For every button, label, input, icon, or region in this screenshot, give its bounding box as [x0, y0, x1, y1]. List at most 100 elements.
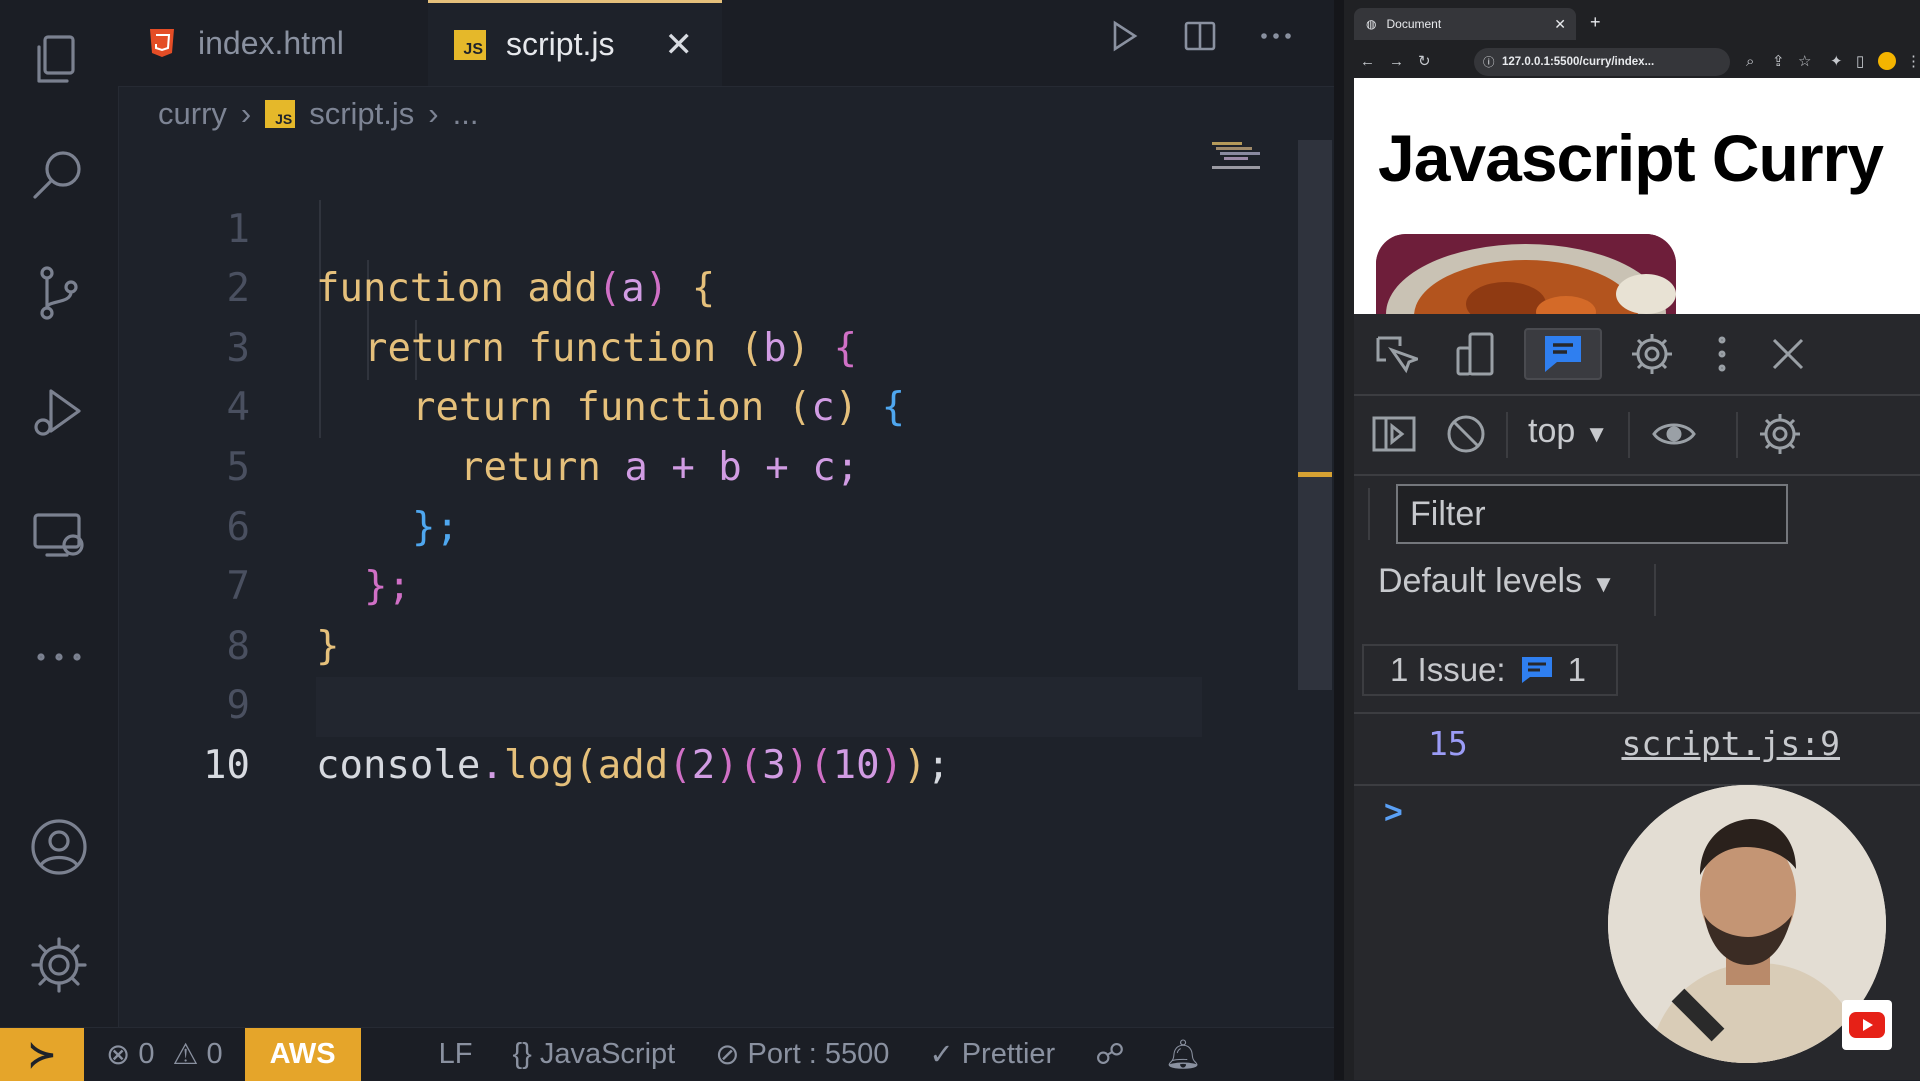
caret-down-icon: ▼ — [1584, 421, 1609, 448]
bell-icon[interactable]: 🔔︎ — [1165, 1038, 1202, 1072]
more-actions-icon[interactable] — [1258, 18, 1294, 54]
reload-icon[interactable]: ↻ — [1418, 52, 1431, 70]
prettier-label: Prettier — [961, 1038, 1056, 1070]
inspect-element-icon[interactable] — [1364, 328, 1424, 380]
remote-indicator-icon[interactable]: ≻ — [0, 1028, 84, 1081]
code-line: 1 function add(a) { — [118, 140, 1218, 312]
js-icon: JS — [454, 29, 486, 60]
js-icon: JS — [265, 100, 296, 128]
editor-tab-bar: index.html JS script.js ✕ — [118, 0, 1334, 87]
warning-icon: ⚠ — [172, 1039, 199, 1071]
tab-script-js[interactable]: JS script.js ✕ — [428, 0, 722, 86]
youtube-subscribe-icon[interactable] — [1842, 1000, 1892, 1050]
breadcrumb-folder[interactable]: curry — [158, 96, 227, 132]
code-line: 9 console.log(add(2)(3)(10)); — [118, 617, 1218, 788]
console-source-link[interactable]: script.js:9 — [1621, 724, 1840, 763]
log-levels-dropdown[interactable]: Default levels ▼ — [1378, 562, 1615, 601]
no-entry-icon: ⊘ — [715, 1039, 740, 1071]
url-input[interactable]: ⓘ 127.0.0.1:5500/curry/index... — [1474, 48, 1730, 76]
code-editor[interactable]: 1 function add(a) { 2 return function (b… — [118, 140, 1218, 788]
sidebar-toggle-icon[interactable] — [1364, 408, 1424, 460]
prettier-status[interactable]: ✓ Prettier — [929, 1037, 1055, 1072]
chevron-right-icon: › — [428, 96, 439, 131]
share-icon[interactable]: ⇪ — [1772, 52, 1785, 70]
aws-button[interactable]: AWS — [244, 1028, 361, 1081]
rendered-page: Javascript Curry — [1354, 78, 1920, 314]
object-name: console — [316, 742, 481, 788]
source-control-icon[interactable] — [22, 256, 96, 330]
issues-panel-icon[interactable] — [1524, 328, 1602, 380]
call-name: add — [597, 742, 669, 788]
argument: 10 — [832, 742, 880, 788]
caret-down-icon: ▼ — [1591, 571, 1616, 598]
check-icon: ✓ — [929, 1039, 954, 1071]
more-icon[interactable] — [22, 620, 96, 694]
remote-explorer-icon[interactable] — [22, 498, 96, 572]
console-filter-input[interactable]: Filter — [1396, 484, 1788, 544]
close-icon[interactable]: ✕ — [664, 25, 693, 65]
close-icon[interactable] — [1758, 328, 1818, 380]
forward-icon[interactable]: → — [1389, 53, 1404, 70]
language-label: JavaScript — [539, 1038, 676, 1070]
new-tab-icon[interactable]: + — [1590, 12, 1601, 33]
status-bar: ≻ ⊗ 0 ⚠ 0 AWS LF {} JavaScript ⊘ Port : 5500… — [0, 1027, 1334, 1081]
address-bar-row: ← → ↻ ⓘ 127.0.0.1:5500/curry/index... ⌕ … — [1354, 44, 1920, 78]
split-editor-icon[interactable] — [1182, 18, 1218, 54]
sidebar-icon[interactable]: ▯ — [1856, 52, 1864, 70]
vscode-window: index.html JS script.js ✕ curry › JS scr… — [0, 0, 1334, 1081]
eol-indicator[interactable]: LF — [439, 1038, 473, 1071]
divider — [1736, 412, 1738, 458]
chevron-right-icon: › — [240, 96, 252, 131]
menu-icon[interactable]: ⋮ — [1906, 52, 1920, 70]
back-icon[interactable]: ← — [1360, 53, 1375, 70]
divider — [1654, 564, 1656, 616]
method-name: log — [503, 742, 575, 788]
eye-icon[interactable] — [1644, 408, 1704, 460]
issues-count: 1 — [1567, 651, 1586, 688]
language-mode[interactable]: {} JavaScript — [512, 1038, 675, 1071]
settings-gear-icon[interactable] — [22, 928, 96, 1002]
live-server-port[interactable]: ⊘ Port : 5500 — [715, 1037, 889, 1072]
activity-bar — [0, 0, 119, 1027]
explorer-icon[interactable] — [22, 22, 96, 96]
feedback-icon[interactable]: ☍ — [1095, 1037, 1124, 1072]
code-line: 8 — [118, 557, 1218, 669]
code-line: 10 — [118, 676, 1218, 788]
settings-gear-icon[interactable] — [1622, 328, 1682, 380]
curry-image — [1376, 234, 1676, 314]
issues-button[interactable]: 1 Issue: 1 — [1362, 644, 1618, 696]
tab-label: index.html — [198, 24, 344, 61]
console-prompt[interactable]: > — [1384, 794, 1403, 831]
extensions-icon[interactable]: ✦ — [1830, 52, 1843, 70]
profile-avatar[interactable] — [1878, 52, 1896, 70]
minimap[interactable] — [1210, 140, 1270, 180]
devtools-toolbar — [1354, 314, 1920, 396]
close-icon[interactable]: ✕ — [1554, 16, 1566, 33]
run-icon[interactable] — [1106, 18, 1142, 54]
braces-icon: {} — [512, 1038, 532, 1070]
divider — [1368, 488, 1370, 540]
context-selector[interactable]: top ▼ — [1528, 412, 1608, 451]
console-toolbar: top ▼ — [1354, 396, 1920, 476]
problems-indicator[interactable]: ⊗ 0 ⚠ 0 — [106, 1037, 223, 1072]
clear-console-icon[interactable] — [1436, 408, 1496, 460]
console-output-value: 15 — [1428, 724, 1468, 763]
code-line: 4 return a + b + c; — [118, 319, 1218, 490]
star-icon[interactable]: ☆ — [1798, 52, 1811, 70]
kebab-menu-icon[interactable] — [1692, 328, 1752, 380]
search-icon[interactable] — [22, 138, 96, 212]
device-toolbar-icon[interactable] — [1446, 328, 1506, 380]
globe-icon: ◍ — [1366, 17, 1377, 31]
browser-tab[interactable]: ◍ Document ✕ — [1354, 8, 1576, 40]
breadcrumb-file[interactable]: script.js — [309, 96, 414, 132]
code-line: 7 } — [118, 498, 1218, 669]
zoom-icon[interactable]: ⌕ — [1746, 53, 1754, 70]
warning-count: 0 — [206, 1038, 223, 1070]
console-settings-icon[interactable] — [1750, 408, 1810, 460]
breadcrumb-more[interactable]: ... — [453, 96, 479, 132]
run-debug-icon[interactable] — [22, 376, 96, 450]
account-icon[interactable] — [22, 810, 96, 884]
tab-index-html[interactable]: index.html — [148, 0, 448, 86]
editor-scrollbar[interactable] — [1298, 140, 1332, 690]
argument: 2 — [691, 742, 716, 788]
